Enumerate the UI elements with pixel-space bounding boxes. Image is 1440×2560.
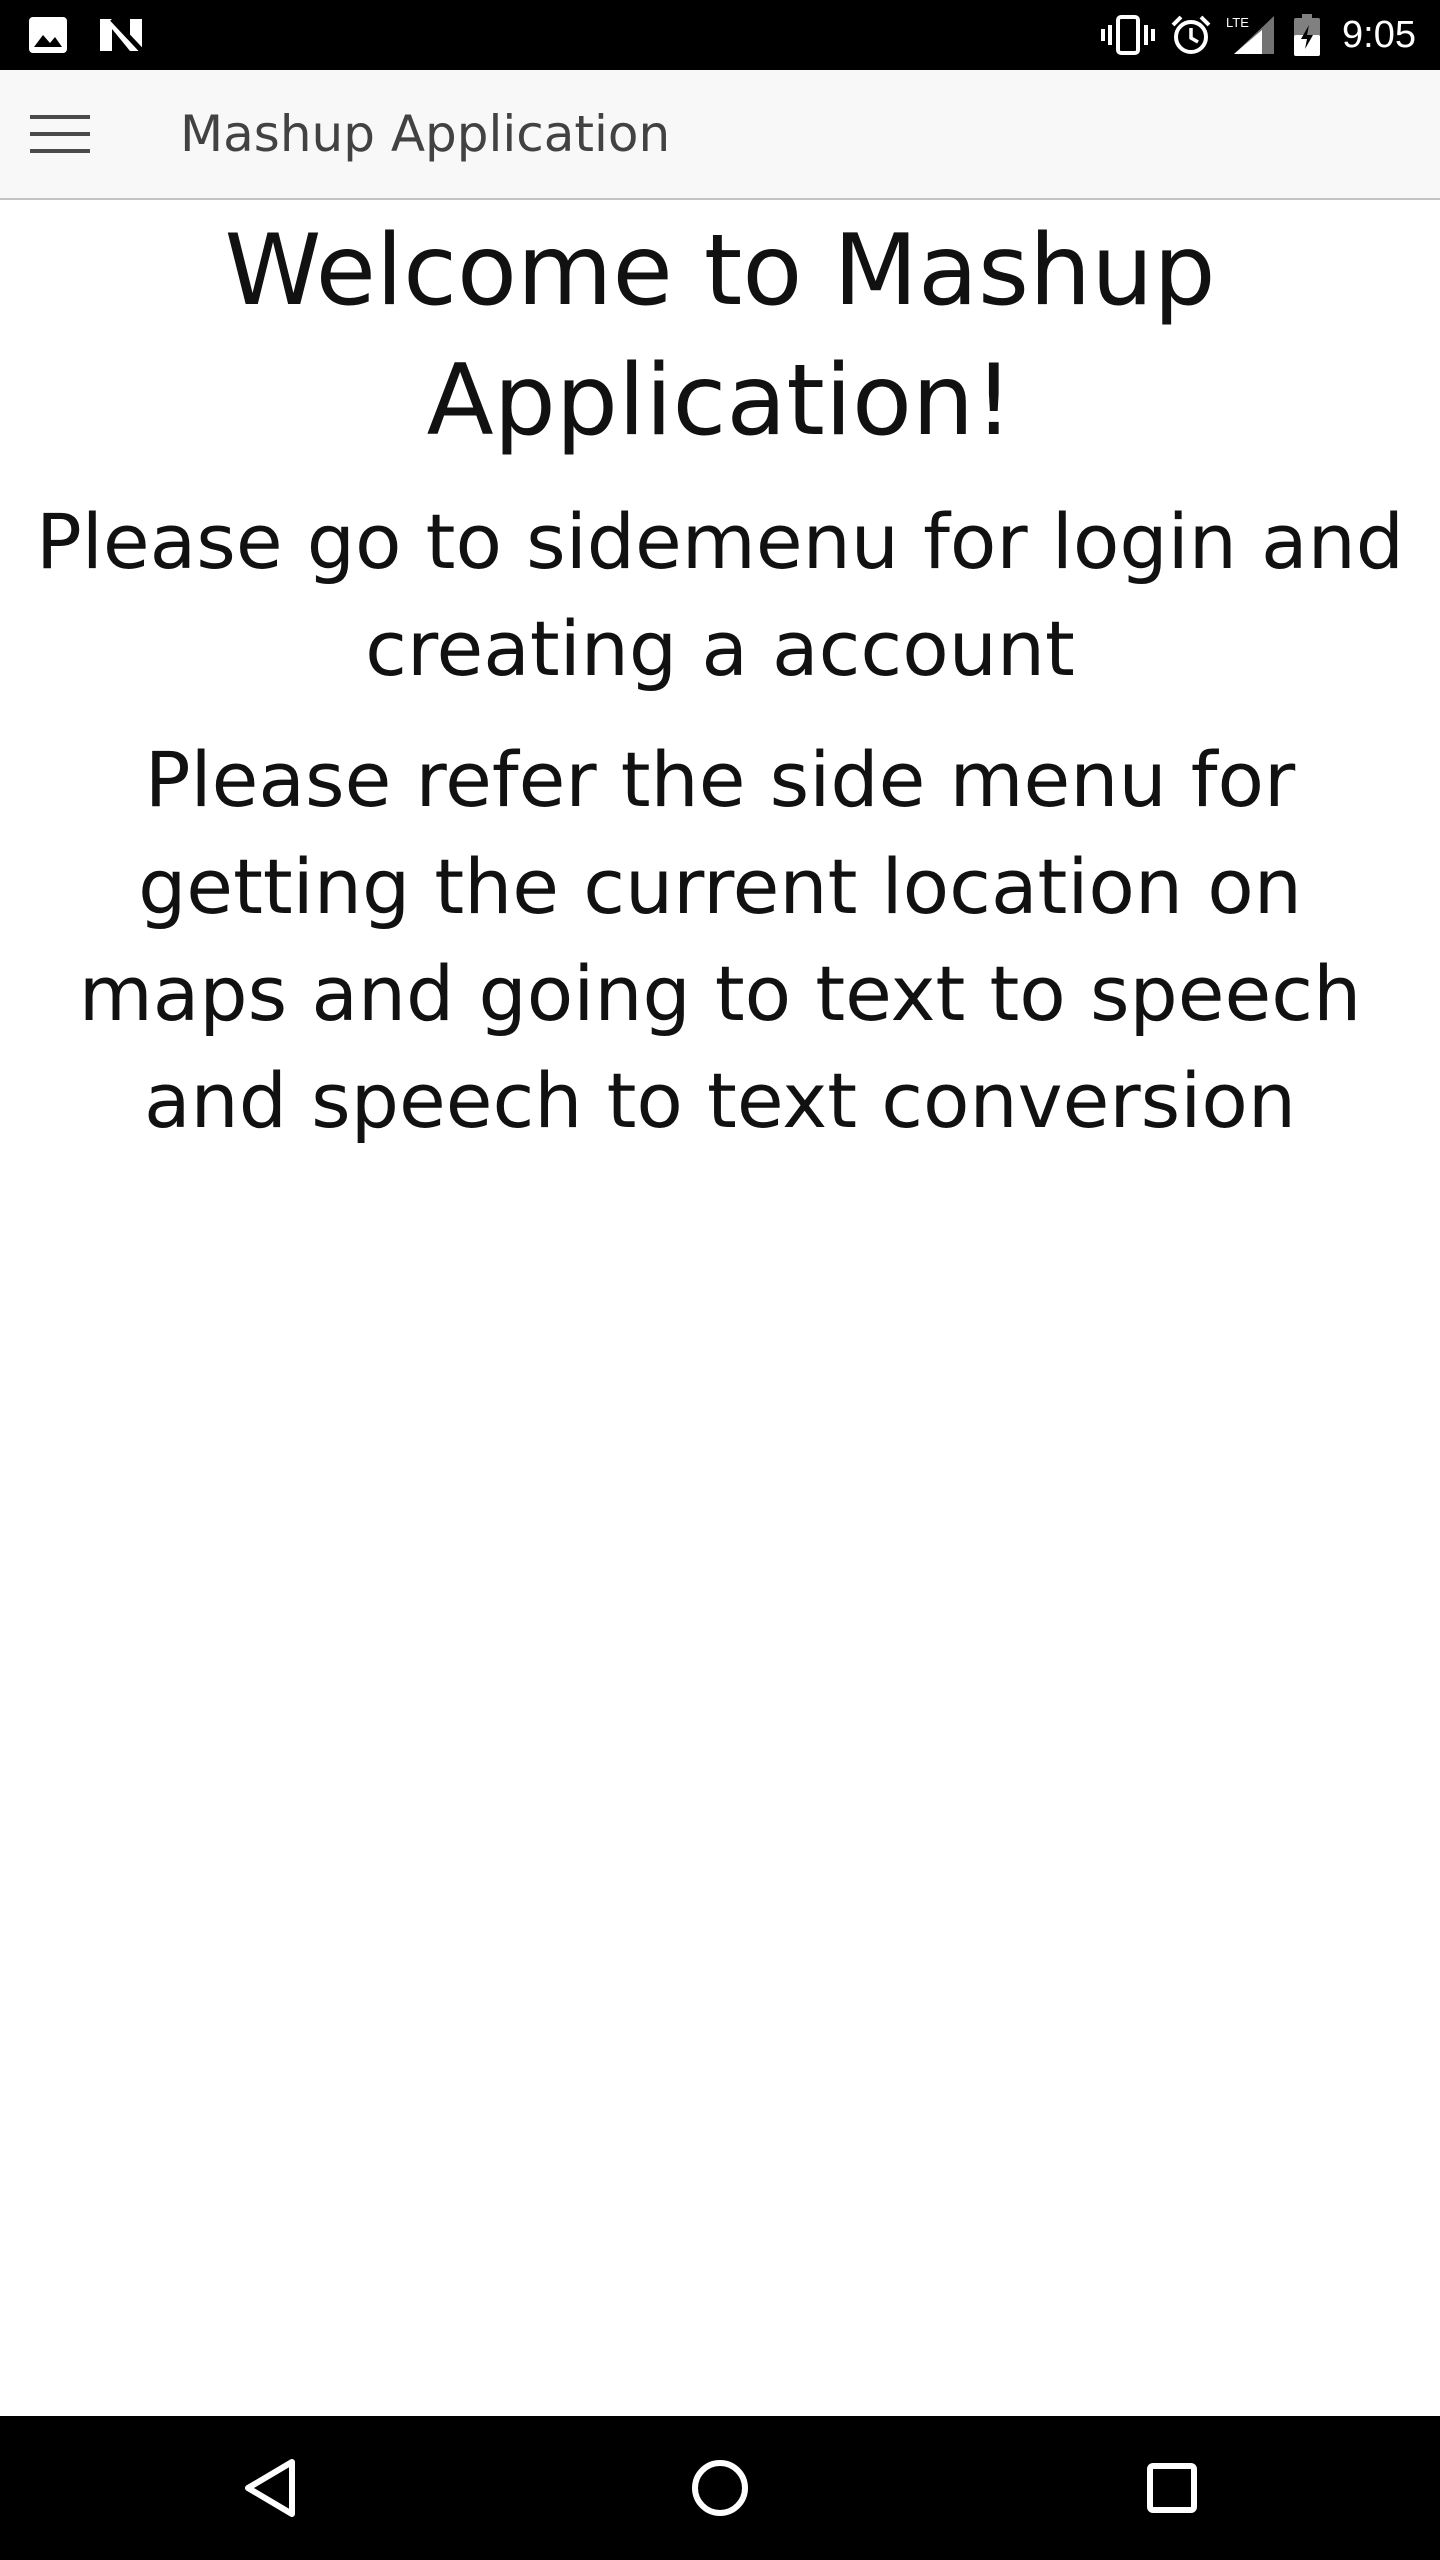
svg-text:LTE: LTE xyxy=(1226,15,1249,30)
lte-signal-icon: LTE xyxy=(1226,14,1278,56)
status-time: 9:05 xyxy=(1342,13,1416,56)
status-left-icons xyxy=(28,0,144,70)
recent-apps-button[interactable] xyxy=(1092,2416,1252,2560)
alarm-icon xyxy=(1170,14,1212,56)
navigation-bar xyxy=(0,2416,1440,2560)
main-content: Welcome to Mashup Application! Please go… xyxy=(0,200,1440,1154)
welcome-title: Welcome to Mashup Application! xyxy=(224,214,1216,458)
battery-icon xyxy=(1292,13,1322,57)
features-instruction-text: Please refer the side menu for getting t… xyxy=(78,735,1362,1145)
menu-button[interactable] xyxy=(20,98,100,170)
status-bar: LTE 9:05 xyxy=(0,0,1440,70)
app-bar: Mashup Application xyxy=(0,70,1440,200)
image-notification-icon xyxy=(28,16,68,54)
vibrate-icon xyxy=(1100,15,1156,55)
back-icon xyxy=(242,2458,298,2518)
home-button[interactable] xyxy=(640,2416,800,2560)
app-title: Mashup Application xyxy=(180,105,671,163)
hamburger-menu-icon xyxy=(30,113,90,155)
recent-apps-icon xyxy=(1146,2462,1198,2514)
back-button[interactable] xyxy=(190,2416,350,2560)
status-right-icons: LTE 9:05 xyxy=(1100,0,1416,70)
login-instruction-text: Please go to sidemenu for login and crea… xyxy=(35,497,1405,693)
n-notification-icon xyxy=(98,17,144,53)
home-icon xyxy=(690,2458,750,2518)
